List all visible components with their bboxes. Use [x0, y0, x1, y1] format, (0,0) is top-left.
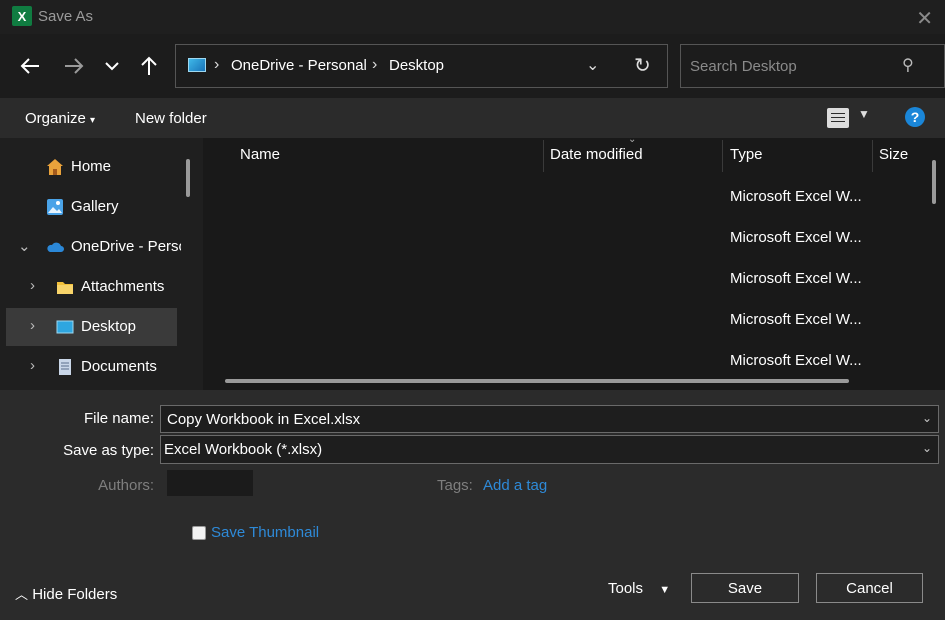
chevron-right-icon[interactable]: ›	[30, 277, 35, 294]
folder-icon	[57, 282, 73, 294]
breadcrumb-onedrive[interactable]: OneDrive - Personal	[231, 57, 367, 74]
breadcrumb-separator-icon: ›	[372, 56, 378, 73]
forward-button[interactable]	[60, 52, 88, 80]
up-button[interactable]	[135, 52, 163, 80]
file-name-field[interactable]: Copy Workbook in Excel.xlsx ⌄	[160, 405, 939, 433]
gallery-icon	[47, 199, 63, 215]
search-icon: ⚲	[902, 57, 914, 74]
chevron-right-icon[interactable]: ›	[30, 357, 35, 374]
sidebar-item-label: Home	[71, 158, 112, 175]
sidebar-item-label: OneDrive - Personal	[71, 238, 181, 255]
sidebar-item-label: Attachments	[81, 278, 165, 295]
column-header-size[interactable]: Size	[879, 146, 908, 163]
command-bar: Organize ▾ New folder ▼ ?	[0, 98, 945, 138]
chevron-down-icon	[105, 62, 119, 71]
help-icon[interactable]: ?	[905, 107, 925, 127]
view-list-icon[interactable]	[827, 108, 849, 128]
add-tag-link[interactable]: Add a tag	[483, 477, 547, 494]
sidebar-item-attachments[interactable]: › Attachments	[6, 268, 177, 306]
sidebar-scrollbar[interactable]	[186, 159, 190, 197]
back-button[interactable]	[16, 52, 44, 80]
navigation-bar: › OneDrive - Personal › Desktop ⌄ ↻ Sear…	[0, 34, 945, 98]
organize-label: Organize	[25, 110, 86, 127]
chevron-down-icon[interactable]: ⌄	[922, 411, 932, 425]
navigation-pane: Home Gallery ⌄ OneDrive - Personal › Att…	[0, 138, 195, 390]
breadcrumb-desktop[interactable]: Desktop	[389, 57, 444, 74]
column-header-date-modified[interactable]: Date modified	[550, 146, 643, 163]
back-arrow-icon	[20, 58, 39, 74]
close-icon[interactable]: ✕	[916, 6, 933, 31]
cancel-button[interactable]: Cancel	[816, 573, 923, 603]
authors-field[interactable]	[167, 470, 253, 496]
search-box[interactable]: Search Desktop ⚲	[680, 44, 945, 88]
chevron-right-icon[interactable]: ›	[30, 317, 35, 334]
hide-folders-button[interactable]: ︿ Hide Folders	[15, 584, 117, 603]
tags-label: Tags:	[437, 477, 473, 494]
tools-label: Tools	[608, 580, 644, 597]
save-thumbnail-checkbox[interactable]	[192, 526, 206, 540]
new-folder-button[interactable]: New folder	[135, 110, 207, 127]
title-bar: X Save As ✕	[0, 0, 945, 34]
table-row[interactable]: Microsoft Excel W...	[730, 270, 862, 287]
vertical-scrollbar[interactable]	[932, 160, 936, 204]
horizontal-scrollbar[interactable]	[225, 379, 849, 383]
breadcrumb-separator-icon: ›	[214, 56, 220, 73]
column-divider[interactable]	[872, 140, 873, 172]
column-header-type[interactable]: Type	[730, 146, 763, 163]
view-options-dropdown-icon[interactable]: ▼	[858, 107, 870, 121]
table-row[interactable]: Microsoft Excel W...	[730, 229, 862, 246]
home-icon	[47, 159, 63, 175]
sidebar-item-documents[interactable]: › Documents	[6, 348, 177, 386]
address-bar[interactable]: › OneDrive - Personal › Desktop ⌄ ↻	[175, 44, 668, 88]
chevron-up-icon: ︿	[15, 587, 29, 602]
sidebar-item-home[interactable]: Home	[6, 148, 177, 186]
file-name-label: File name:	[83, 410, 154, 427]
sort-indicator-icon: ⌄	[628, 138, 637, 145]
refresh-icon[interactable]: ↻	[634, 53, 651, 78]
save-thumbnail-label[interactable]: Save Thumbnail	[211, 524, 319, 541]
up-arrow-icon	[141, 56, 157, 75]
table-row[interactable]: Microsoft Excel W...	[730, 188, 862, 205]
authors-label: Authors:	[98, 477, 154, 494]
save-as-type-value: Excel Workbook (*.xlsx)	[164, 441, 323, 458]
save-as-type-label: Save as type:	[63, 442, 154, 459]
column-header-name[interactable]: Name	[240, 146, 280, 163]
sidebar-item-label: Documents	[81, 358, 157, 375]
organize-button[interactable]: Organize ▾	[25, 110, 95, 127]
address-dropdown-icon[interactable]: ⌄	[586, 55, 599, 75]
table-row[interactable]: Microsoft Excel W...	[730, 311, 862, 328]
sidebar-item-label: Gallery	[71, 198, 119, 215]
sidebar-item-label: Desktop	[81, 318, 137, 335]
file-name-value[interactable]: Copy Workbook in Excel.xlsx	[167, 411, 360, 428]
chevron-down-icon[interactable]: ⌄	[18, 237, 31, 255]
forward-arrow-icon	[65, 58, 84, 74]
excel-icon: X	[12, 6, 32, 26]
onedrive-cloud-icon	[47, 242, 64, 252]
file-list: ⌄ Name Date modified Type Size Microsoft…	[203, 138, 945, 390]
search-input[interactable]: Search Desktop	[690, 58, 797, 75]
recent-locations-button[interactable]	[98, 52, 126, 80]
column-divider[interactable]	[543, 140, 544, 172]
save-button[interactable]: Save	[691, 573, 799, 603]
tools-button[interactable]: Tools ▼	[608, 580, 670, 597]
sidebar-item-gallery[interactable]: Gallery	[6, 188, 177, 226]
hide-folders-label: Hide Folders	[32, 586, 118, 603]
chevron-down-icon[interactable]: ⌄	[922, 441, 932, 455]
desktop-folder-icon	[56, 320, 74, 334]
caret-down-icon: ▾	[90, 115, 96, 126]
sidebar-item-desktop[interactable]: › Desktop	[6, 308, 177, 346]
window-title: Save As	[38, 8, 94, 25]
table-row[interactable]: Microsoft Excel W...	[730, 352, 862, 369]
sidebar-item-onedrive[interactable]: ⌄ OneDrive - Personal	[6, 228, 181, 266]
save-as-type-select[interactable]: Excel Workbook (*.xlsx) ⌄	[160, 435, 939, 464]
desktop-folder-icon	[188, 58, 206, 72]
caret-down-icon: ▼	[659, 584, 671, 596]
documents-icon	[59, 359, 71, 375]
save-form: File name: Copy Workbook in Excel.xlsx ⌄…	[0, 390, 945, 620]
column-divider[interactable]	[722, 140, 723, 172]
